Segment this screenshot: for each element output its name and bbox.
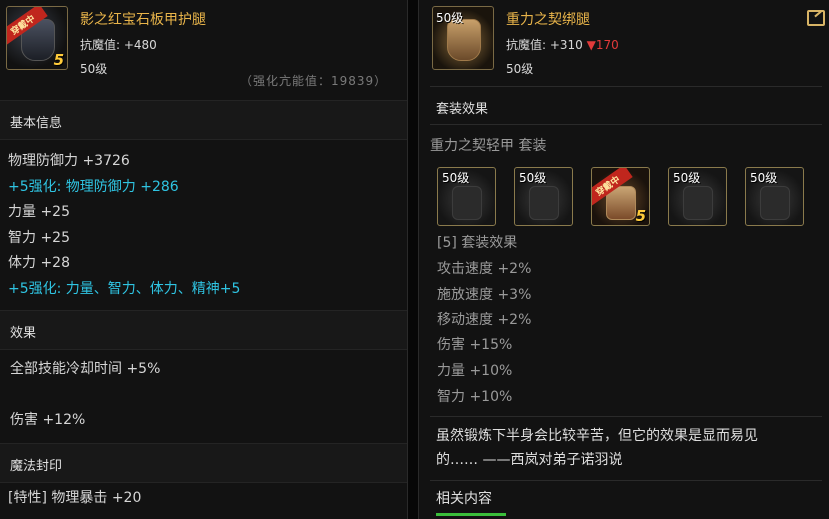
set-slot-2[interactable]: 50级 bbox=[514, 167, 573, 226]
stat-line: +5强化: 力量、智力、体力、精神+5 bbox=[8, 281, 241, 297]
seal-line: [特性] 物理暴击 +20 bbox=[8, 490, 142, 506]
panel-gap bbox=[408, 0, 418, 519]
set-slot-1[interactable]: 50级 bbox=[437, 167, 496, 226]
effect-title: 效果 bbox=[10, 326, 37, 341]
set-effect-line: 伤害 +15% bbox=[437, 337, 513, 353]
right-item-title: 重力之契绑腿 bbox=[506, 12, 590, 28]
divider bbox=[430, 480, 822, 481]
resist-value: +310 bbox=[549, 38, 583, 52]
basic-info-header: 基本信息 bbox=[0, 100, 407, 140]
set-effect-subtitle: [5] 套装效果 bbox=[437, 235, 518, 251]
set-slot-3[interactable]: 穿戴中 5 bbox=[591, 167, 650, 226]
left-item-icon: 穿戴中 5 bbox=[6, 6, 68, 70]
set-effect-line: 移动速度 +2% bbox=[437, 312, 532, 328]
basic-info-title: 基本信息 bbox=[10, 116, 63, 131]
divider bbox=[430, 124, 822, 125]
stat-line: 智力 +25 bbox=[8, 230, 70, 246]
resist-value: +480 bbox=[123, 38, 157, 52]
divider bbox=[430, 416, 822, 417]
set-effect-line: 攻击速度 +2% bbox=[437, 261, 532, 277]
resist-label: 抗魔值: bbox=[506, 38, 550, 52]
set-slot-4[interactable]: 50级 bbox=[668, 167, 727, 226]
set-effect-line: 智力 +10% bbox=[437, 389, 513, 405]
export-icon[interactable] bbox=[807, 10, 825, 26]
magic-seal-header: 魔法封印 bbox=[0, 443, 407, 483]
stat-line: 体力 +28 bbox=[8, 255, 70, 271]
effect-header: 效果 bbox=[0, 310, 407, 350]
divider bbox=[430, 86, 822, 87]
set-name: 重力之契轻甲 套装 bbox=[430, 138, 547, 154]
armor-piece-icon bbox=[529, 186, 559, 220]
armor-piece-icon bbox=[683, 186, 713, 220]
flavor-line: 虽然锻炼下半身会比较辛苦，但它的效果是显而易见 bbox=[436, 428, 758, 444]
enhance-level-badge: 5 bbox=[635, 207, 646, 225]
set-effect-header: 套装效果 bbox=[436, 102, 489, 117]
armor-piece-icon bbox=[760, 186, 790, 220]
left-resist-line: 抗魔值: +480 bbox=[80, 36, 157, 53]
resist-down-value: ▼170 bbox=[586, 38, 619, 52]
flavor-text: 虽然锻炼下半身会比较辛苦，但它的效果是显而易见 的…… ——西岚对弟子诺羽说 bbox=[436, 424, 816, 472]
stat-line: +5强化: 物理防御力 +286 bbox=[8, 179, 179, 195]
right-resist-line: 抗魔值: +310 ▼170 bbox=[506, 36, 619, 53]
set-effect-line: 施放速度 +3% bbox=[437, 287, 532, 303]
stat-line: 力量 +25 bbox=[8, 204, 70, 220]
slot-level: 50级 bbox=[673, 171, 701, 185]
set-slot-5[interactable]: 50级 bbox=[745, 167, 804, 226]
enhance-energy-text: （强化亢能值：19839） bbox=[240, 74, 388, 88]
related-tab-indicator bbox=[436, 513, 506, 516]
left-tooltip-panel: 穿戴中 5 影之红宝石板甲护腿 抗魔值: +480 50级 （强化亢能值：198… bbox=[0, 0, 408, 519]
right-item-level: 50级 bbox=[506, 62, 534, 76]
stat-line: 物理防御力 +3726 bbox=[8, 153, 130, 169]
set-effect-line: 力量 +10% bbox=[437, 363, 513, 379]
slot-level: 50级 bbox=[750, 171, 778, 185]
slot-level: 50级 bbox=[442, 171, 470, 185]
left-item-level: 50级 bbox=[80, 62, 108, 76]
left-item-title: 影之红宝石板甲护腿 bbox=[80, 12, 206, 28]
slot-level: 50级 bbox=[519, 171, 547, 185]
resist-label: 抗魔值: bbox=[80, 38, 124, 52]
effect-line: 伤害 +12% bbox=[10, 412, 86, 428]
flavor-line: 的…… ——西岚对弟子诺羽说 bbox=[436, 452, 623, 468]
armor-piece-icon bbox=[452, 186, 482, 220]
enhance-level-badge: 5 bbox=[53, 51, 64, 69]
effect-line: 全部技能冷却时间 +5% bbox=[10, 361, 161, 377]
magic-seal-title: 魔法封印 bbox=[10, 459, 63, 474]
right-item-icon: 50级 bbox=[432, 6, 494, 70]
related-content-tab[interactable]: 相关内容 bbox=[436, 488, 492, 508]
icon-level: 50级 bbox=[436, 11, 464, 25]
